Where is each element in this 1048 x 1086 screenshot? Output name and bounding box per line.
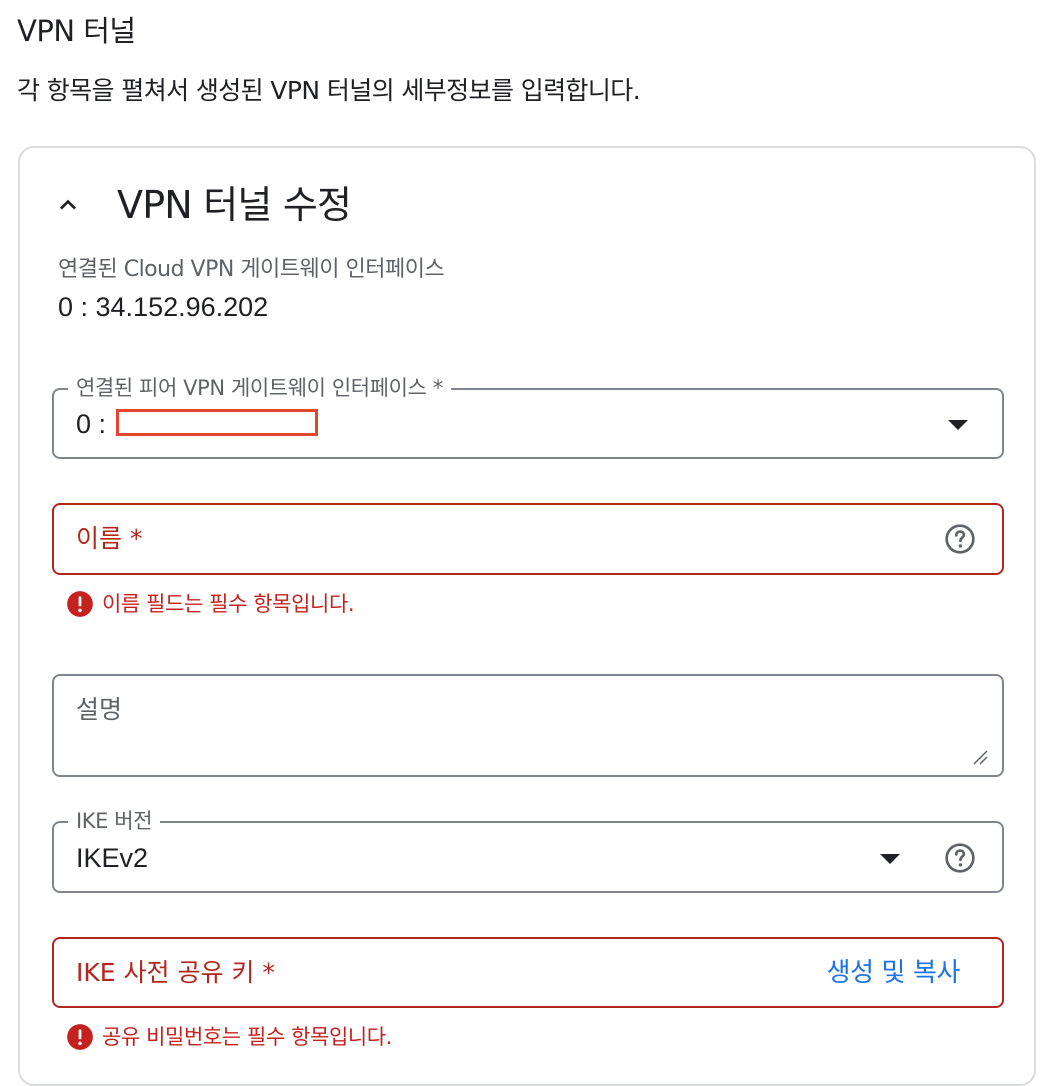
section-title: VPN 터널 (17, 14, 136, 48)
redaction-box (116, 409, 318, 436)
ike-key-placeholder: IKE 사전 공유 키 * (76, 958, 275, 987)
help-icon[interactable] (944, 523, 976, 555)
error-icon (67, 591, 93, 617)
generate-and-copy-button[interactable]: 생성 및 복사 (827, 955, 961, 991)
ike-version-label: IKE 버전 (68, 806, 161, 836)
cloud-interface-value: 0 : 34.152.96.202 (58, 292, 269, 322)
card-header-toggle[interactable]: VPN 터널 수정 (52, 178, 352, 232)
ike-key-input[interactable]: IKE 사전 공유 키 * 생성 및 복사 (52, 937, 1004, 1008)
ike-version-value: IKEv2 (76, 843, 149, 873)
help-icon[interactable] (944, 842, 976, 874)
name-error-text: 이름 필드는 필수 항목입니다. (102, 592, 355, 616)
dropdown-arrow-icon[interactable] (878, 852, 902, 866)
name-input[interactable]: 이름 * (52, 503, 1004, 575)
resize-handle-icon[interactable] (972, 749, 988, 765)
description-placeholder: 설명 (76, 695, 123, 724)
ike-version-select[interactable]: IKE 버전 IKEv2 (52, 806, 1004, 893)
name-error-message: 이름 필드는 필수 항목입니다. (66, 589, 355, 619)
ike-key-error-text: 공유 비밀번호는 필수 항목입니다. (102, 1025, 392, 1049)
section-description: 각 항목을 펼쳐서 생성된 VPN 터널의 세부정보를 입력합니다. (17, 76, 641, 105)
peer-interface-select[interactable]: 연결된 피어 VPN 게이트웨이 인터페이스 * 0 : (52, 373, 1004, 459)
peer-interface-label: 연결된 피어 VPN 게이트웨이 인터페이스 * (68, 373, 451, 403)
peer-interface-value: 0 : (76, 409, 107, 439)
description-textarea[interactable]: 설명 (52, 674, 1004, 777)
chevron-up-icon[interactable] (52, 189, 84, 221)
ike-key-error-message: 공유 비밀번호는 필수 항목입니다. (66, 1022, 392, 1052)
card-title: VPN 터널 수정 (117, 183, 352, 227)
error-icon (67, 1024, 93, 1050)
dropdown-arrow-icon[interactable] (946, 418, 970, 432)
cloud-interface-label: 연결된 Cloud VPN 게이트웨이 인터페이스 (58, 257, 445, 282)
name-placeholder: 이름 * (76, 524, 143, 553)
